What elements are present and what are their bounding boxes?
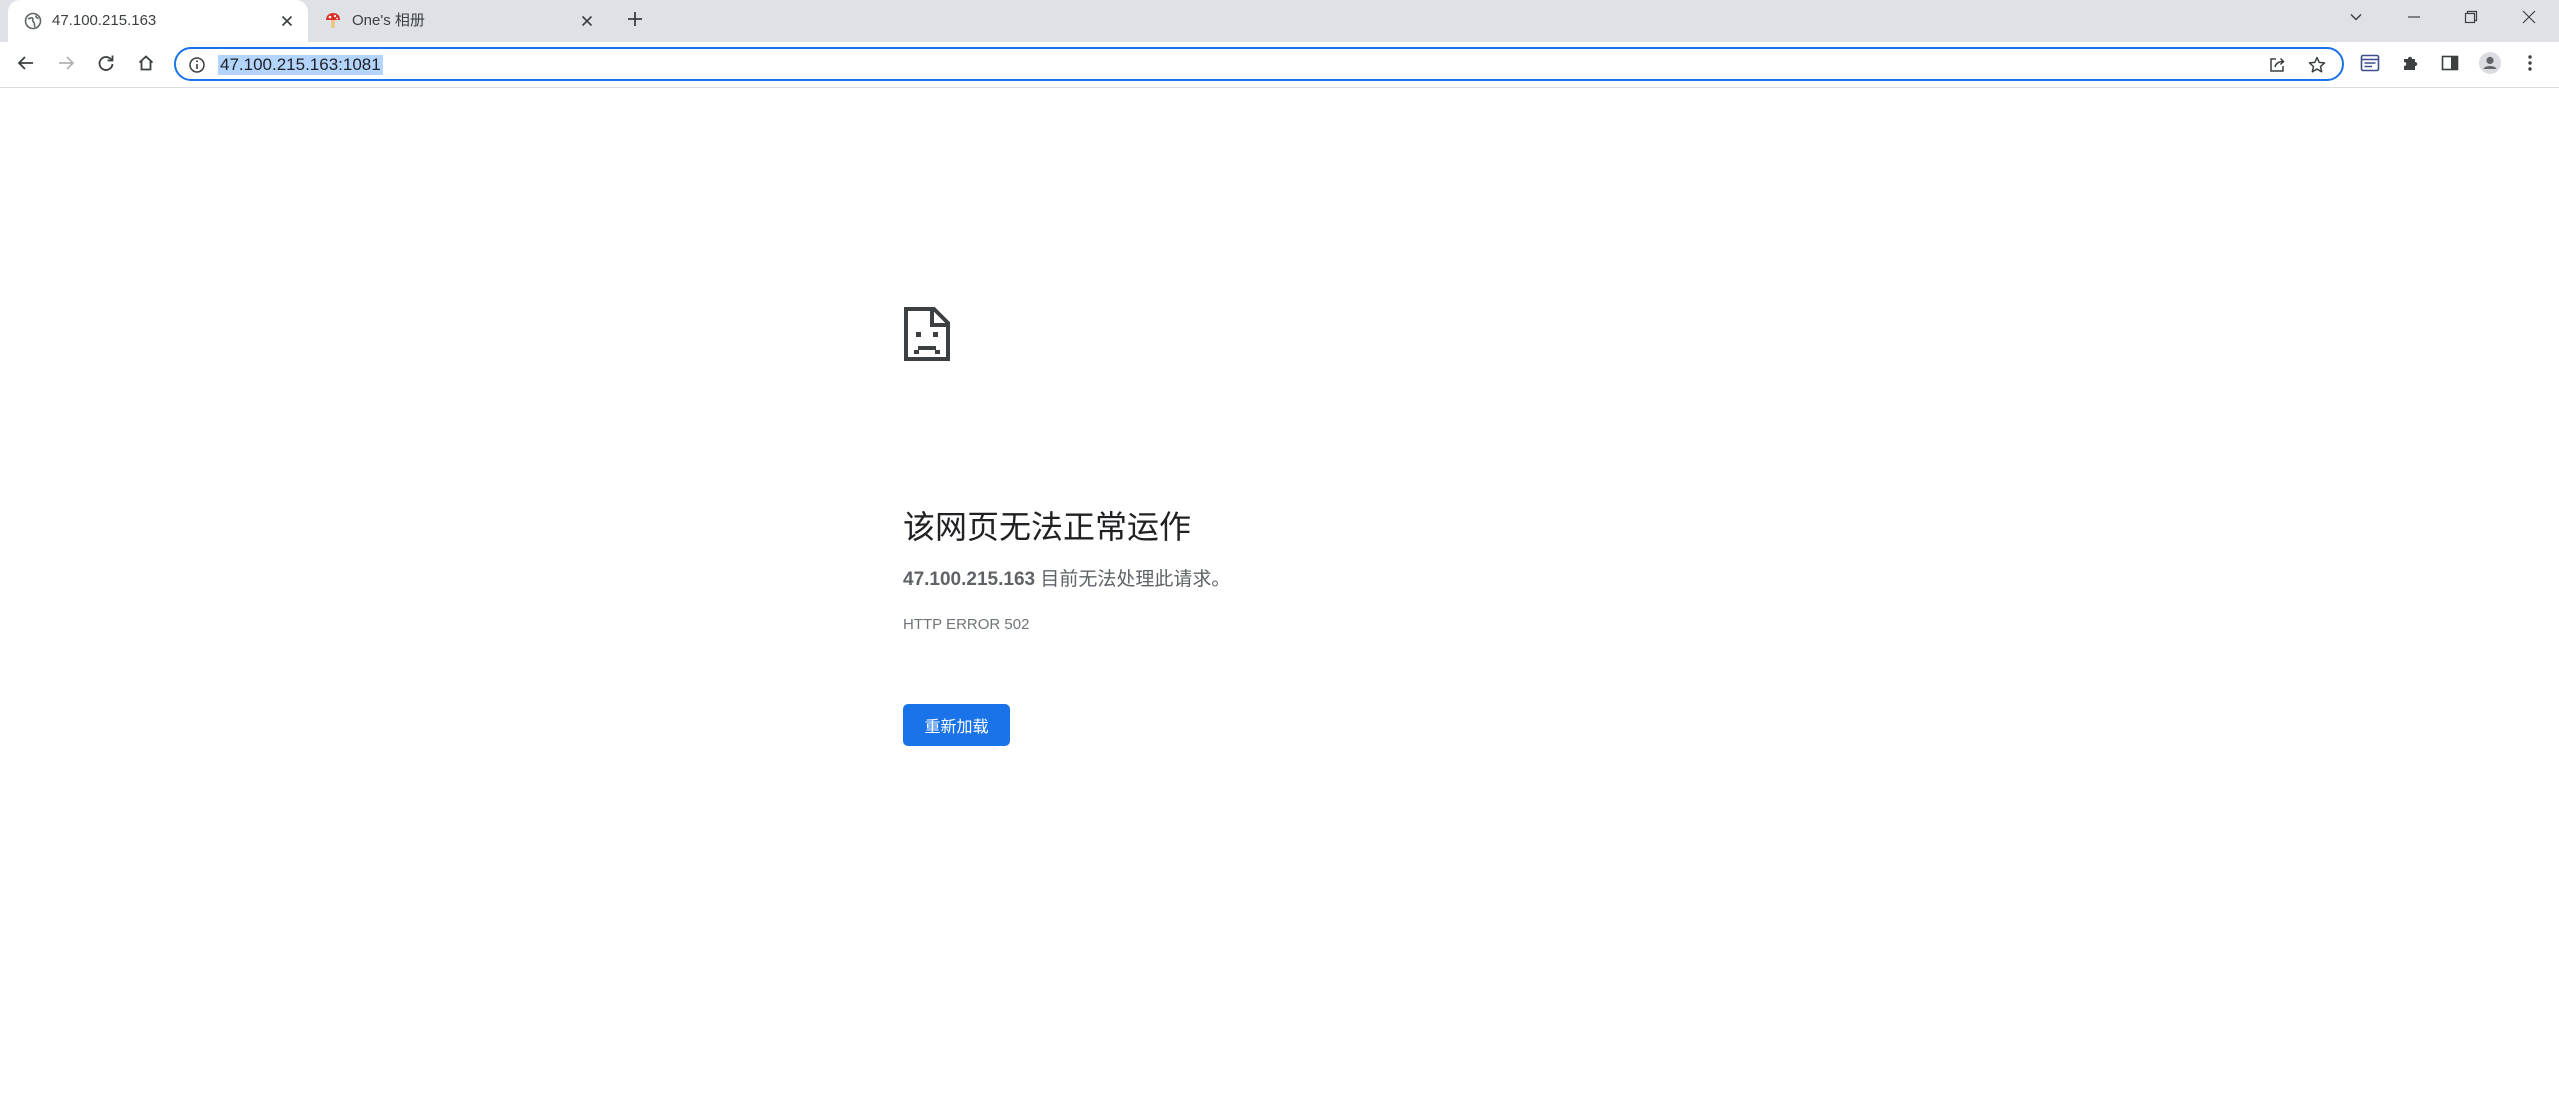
tab-inactive[interactable]: One's 相册 (314, 0, 608, 42)
arrow-left-icon (17, 54, 35, 77)
arrow-right-icon (57, 54, 75, 77)
kebab-menu-icon (2527, 54, 2533, 77)
globe-icon (24, 12, 42, 30)
restore-button[interactable] (2447, 0, 2495, 38)
chevron-down-icon (2349, 10, 2363, 29)
close-icon (2522, 10, 2536, 29)
home-icon (137, 54, 155, 77)
extensions-button[interactable] (2396, 51, 2424, 79)
info-icon[interactable] (188, 56, 206, 74)
sad-page-icon (903, 306, 951, 362)
home-button[interactable] (132, 51, 160, 79)
tab-search-button[interactable] (2332, 0, 2380, 38)
error-host: 47.100.215.163 (903, 569, 1036, 590)
reload-button[interactable]: 重新加载 (903, 704, 1010, 746)
tab-title: One's 相册 (352, 12, 425, 29)
error-code: HTTP ERROR 502 (903, 616, 1030, 633)
avatar-icon (2478, 51, 2502, 80)
mushroom-icon (324, 12, 342, 30)
page-content: 该网页无法正常运作 47.100.215.163 目前无法处理此请求。 HTTP… (0, 89, 2559, 1120)
tab-strip: 47.100.215.163 One's 相册 (0, 0, 2559, 42)
forward-button[interactable] (52, 51, 80, 79)
error-heading: 该网页无法正常运作 (903, 509, 1192, 545)
url-text[interactable]: 47.100.215.163:1081 (218, 55, 383, 75)
close-icon[interactable] (276, 10, 298, 32)
close-icon[interactable] (576, 10, 598, 32)
minimize-icon (2407, 10, 2421, 29)
reload-toolbar-button[interactable] (92, 51, 120, 79)
address-bar[interactable]: 47.100.215.163:1081 (174, 47, 2344, 81)
reload-icon (97, 54, 115, 77)
menu-button[interactable] (2516, 51, 2544, 79)
reading-list-button[interactable] (2356, 51, 2384, 79)
error-description: 47.100.215.163 目前无法处理此请求。 (903, 567, 1230, 593)
tab-active[interactable]: 47.100.215.163 (8, 0, 308, 42)
profile-button[interactable] (2476, 51, 2504, 79)
error-message: 目前无法处理此请求。 (1035, 569, 1231, 590)
side-panel-button[interactable] (2436, 51, 2464, 79)
new-tab-button[interactable] (622, 8, 648, 34)
side-panel-icon (2441, 54, 2459, 77)
window-close-button[interactable] (2505, 0, 2553, 38)
back-button[interactable] (12, 51, 40, 79)
star-icon[interactable] (2306, 54, 2328, 76)
share-icon[interactable] (2266, 54, 2288, 76)
puzzle-icon (2401, 54, 2419, 77)
browser-toolbar: 47.100.215.163:1081 (0, 42, 2559, 88)
plus-icon (627, 11, 643, 32)
minimize-button[interactable] (2390, 0, 2438, 38)
tab-title: 47.100.215.163 (52, 12, 157, 29)
reading-list-icon (2360, 53, 2380, 78)
restore-icon (2464, 10, 2478, 29)
